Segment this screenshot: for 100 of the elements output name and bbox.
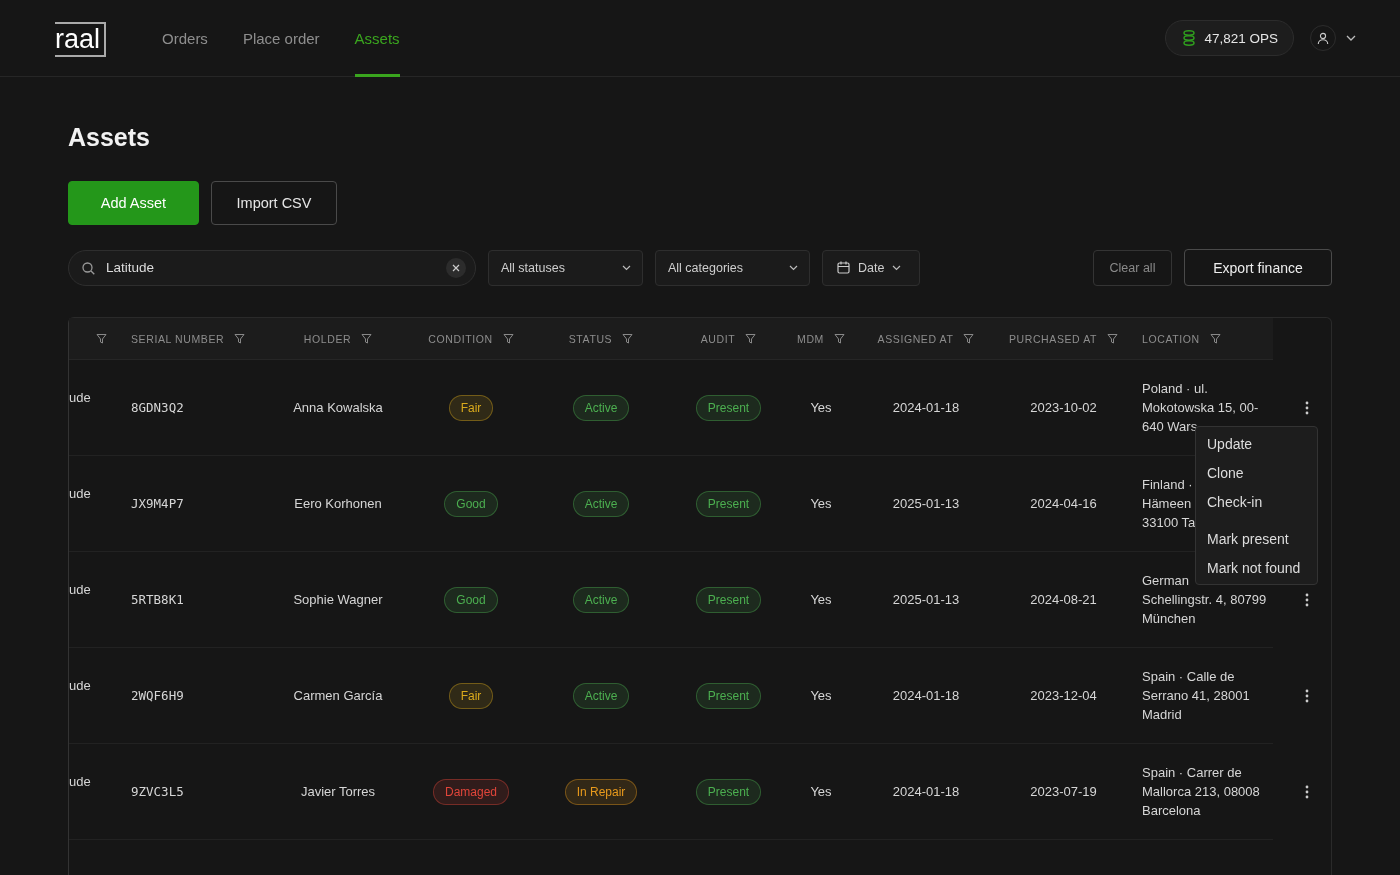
- location-text: Poland · ul.: [1142, 380, 1208, 398]
- menu-item[interactable]: Mark not found: [1196, 553, 1317, 582]
- column-header[interactable]: HOLDER: [270, 318, 406, 360]
- search-icon: [82, 261, 95, 275]
- serial-number: JX9M4P7: [131, 496, 184, 511]
- coins-icon: [1183, 30, 1196, 46]
- location-text: Spain · Carrer de: [1142, 764, 1242, 782]
- filter-icon: [96, 333, 107, 344]
- status-badge: Active: [572, 682, 630, 709]
- chevron-down-icon: [789, 264, 798, 271]
- export-button[interactable]: Export finance: [1184, 249, 1332, 286]
- location-text: Madrid: [1142, 706, 1182, 724]
- chevron-down-icon: [1346, 35, 1356, 41]
- condition-badge: Fair: [448, 394, 494, 421]
- serial-number: 8GDN3Q2: [131, 400, 184, 415]
- column-header[interactable]: MDM: [791, 318, 851, 360]
- filter-icon: [745, 333, 757, 344]
- menu-item[interactable]: Check-in: [1196, 487, 1317, 516]
- column-header[interactable]: SERIAL NUMBER: [115, 318, 270, 360]
- column-header[interactable]: ASSIGNED AT: [851, 318, 1001, 360]
- status-badge: In Repair: [564, 778, 638, 805]
- location-text: Hämeen: [1142, 495, 1192, 513]
- table-cell: ude: [69, 390, 91, 405]
- import-button[interactable]: Import CSV: [211, 181, 337, 225]
- location-text: Spain · Calle de: [1142, 668, 1235, 686]
- table-cell: ude: [69, 582, 91, 597]
- filter-icon: [502, 333, 514, 344]
- location-text: 33100 Ta: [1142, 514, 1196, 532]
- location-text: Mallorca 213, 08008: [1142, 783, 1260, 801]
- location-text: München: [1142, 610, 1196, 628]
- column-header[interactable]: LOCATION: [1126, 318, 1273, 360]
- table-cell: 2024-01-18: [892, 400, 960, 415]
- table-cell: 2024-01-18: [892, 784, 960, 799]
- audit-badge: Present: [695, 586, 762, 613]
- table-cell: Yes: [810, 688, 832, 703]
- table-cell: Eero Korhonen: [294, 496, 382, 511]
- audit-badge: Present: [695, 778, 762, 805]
- location-text: German: [1142, 572, 1189, 590]
- table-cell: ude: [69, 774, 91, 789]
- menu-item[interactable]: Clone: [1196, 458, 1317, 487]
- close-icon: [452, 263, 460, 272]
- nav-tab[interactable]: Orders: [162, 0, 208, 77]
- table-cell: Yes: [810, 400, 832, 415]
- table-cell: Yes: [810, 592, 832, 607]
- balance-text: 47,821 OPS: [1204, 30, 1278, 46]
- clear-all-button[interactable]: Clear all: [1093, 249, 1172, 286]
- page-title: Assets: [68, 123, 151, 152]
- table-cell: 2024-01-18: [892, 688, 960, 703]
- filter-icon: [1209, 333, 1221, 344]
- serial-number: 9ZVC3L5: [131, 784, 184, 799]
- status-badge: Active: [572, 586, 630, 613]
- date-filter[interactable]: Date: [822, 249, 920, 286]
- serial-number: 5RTB8K1: [131, 592, 184, 607]
- condition-badge: Fair: [448, 682, 494, 709]
- filter-dropdown[interactable]: All categories: [655, 249, 810, 286]
- table-cell: ude: [69, 678, 91, 693]
- add-button[interactable]: Add Asset: [68, 181, 199, 225]
- calendar-icon: [837, 261, 850, 274]
- table-cell: 2023-07-19: [1030, 784, 1097, 799]
- column-header[interactable]: CONDITION: [406, 318, 536, 360]
- column-header[interactable]: AUDIT: [666, 318, 791, 360]
- column-header[interactable]: STATUS: [536, 318, 666, 360]
- filter-icon: [833, 333, 845, 344]
- table-cell: Yes: [810, 496, 832, 511]
- condition-badge: Good: [444, 586, 498, 613]
- location-text: Mokotowska 15, 00-: [1142, 399, 1259, 417]
- menu-item[interactable]: Update: [1196, 429, 1317, 458]
- menu-item[interactable]: Mark present: [1196, 524, 1317, 553]
- table-cell: Sophie Wagner: [293, 592, 383, 607]
- table-cell: 2023-10-02: [1030, 400, 1097, 415]
- chevron-down-icon: [892, 264, 902, 271]
- table-cell: Anna Kowalska: [293, 400, 383, 415]
- filter-dropdown[interactable]: All statuses: [488, 249, 643, 286]
- filter-icon: [1107, 333, 1119, 344]
- location-text: Barcelona: [1142, 802, 1201, 820]
- more-icon: [1304, 785, 1309, 799]
- more-icon: [1304, 593, 1309, 607]
- logo: raal: [55, 21, 107, 57]
- more-icon: [1304, 401, 1309, 415]
- column-header[interactable]: PURCHASED AT: [1001, 318, 1126, 360]
- table-cell: 2023-12-04: [1030, 688, 1097, 703]
- location-text: Finland ·: [1142, 476, 1193, 494]
- search-field[interactable]: Latitude: [68, 249, 476, 286]
- audit-badge: Present: [695, 682, 762, 709]
- filter-icon: [963, 333, 975, 344]
- nav-tab[interactable]: Place order: [242, 0, 320, 77]
- status-badge: Active: [572, 490, 630, 517]
- chevron-down-icon: [622, 264, 631, 271]
- filter-icon: [234, 333, 246, 344]
- audit-badge: Present: [695, 394, 762, 421]
- filter-icon: [361, 333, 373, 344]
- nav-tab[interactable]: Assets: [354, 0, 400, 77]
- condition-badge: Damaged: [433, 778, 509, 805]
- location-text: Schellingstr. 4, 80799: [1142, 591, 1267, 609]
- location-text: 640 Wars: [1142, 418, 1198, 436]
- table-cell: 2025-01-13: [892, 592, 960, 607]
- filter-icon: [622, 333, 634, 344]
- condition-badge: Good: [444, 490, 498, 517]
- table-cell: 2025-01-13: [892, 496, 960, 511]
- table-cell: Javier Torres: [300, 784, 376, 799]
